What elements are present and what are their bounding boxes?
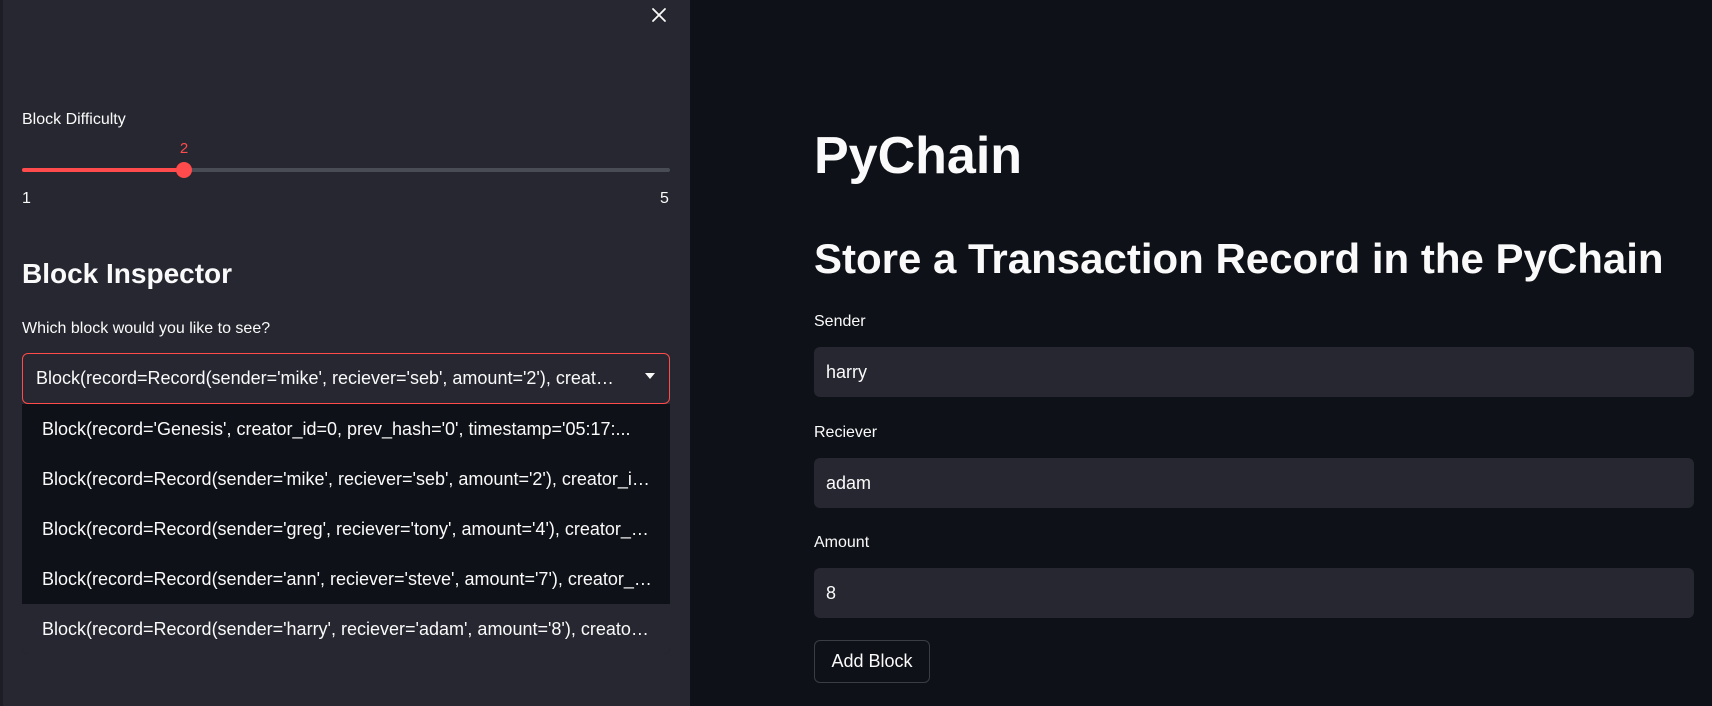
dropdown-option[interactable]: Block(record=Record(sender='ann', reciev… — [22, 554, 670, 604]
difficulty-min-label: 1 — [22, 190, 31, 207]
block-select[interactable]: Block(record=Record(sender='mike', recie… — [22, 353, 670, 404]
page-title: PyChain — [814, 127, 1023, 185]
close-sidebar-button[interactable] — [646, 2, 672, 28]
dropdown-option[interactable]: Block(record='Genesis', creator_id=0, pr… — [22, 404, 670, 454]
difficulty-max-label: 5 — [660, 190, 669, 207]
dropdown-option[interactable]: Block(record=Record(sender='mike', recie… — [22, 454, 670, 504]
sidebar-edge — [0, 0, 3, 706]
close-icon — [652, 8, 666, 22]
difficulty-label: Block Difficulty — [22, 111, 126, 128]
amount-input[interactable] — [814, 568, 1694, 618]
difficulty-slider-fill — [22, 168, 184, 172]
block-select-label: Which block would you like to see? — [22, 320, 271, 337]
sender-input[interactable] — [814, 347, 1694, 397]
chevron-down-icon — [645, 373, 655, 379]
sidebar: Block Difficulty 2 1 5 Block Inspector W… — [0, 0, 690, 706]
block-select-value: Block(record=Record(sender='mike', recie… — [36, 368, 616, 388]
dropdown-option[interactable]: Block(record=Record(sender='greg', recie… — [22, 504, 670, 554]
section-title: Store a Transaction Record in the PyChai… — [814, 235, 1664, 282]
dropdown-option-highlighted[interactable]: Block(record=Record(sender='harry', reci… — [22, 604, 670, 654]
difficulty-current-value: 2 — [179, 140, 189, 157]
receiver-label: Reciever — [814, 424, 878, 441]
block-select-dropdown: Block(record='Genesis', creator_id=0, pr… — [22, 404, 670, 654]
app-root: Block Difficulty 2 1 5 Block Inspector W… — [0, 0, 1712, 706]
difficulty-slider-thumb[interactable] — [176, 162, 192, 178]
receiver-input[interactable] — [814, 458, 1694, 508]
difficulty-slider[interactable] — [22, 162, 670, 178]
amount-label: Amount — [814, 534, 870, 551]
sender-label: Sender — [814, 313, 866, 330]
add-block-button[interactable]: Add Block — [814, 640, 930, 683]
block-inspector-title: Block Inspector — [22, 258, 233, 289]
main-content: PyChain Store a Transaction Record in th… — [690, 0, 1712, 706]
